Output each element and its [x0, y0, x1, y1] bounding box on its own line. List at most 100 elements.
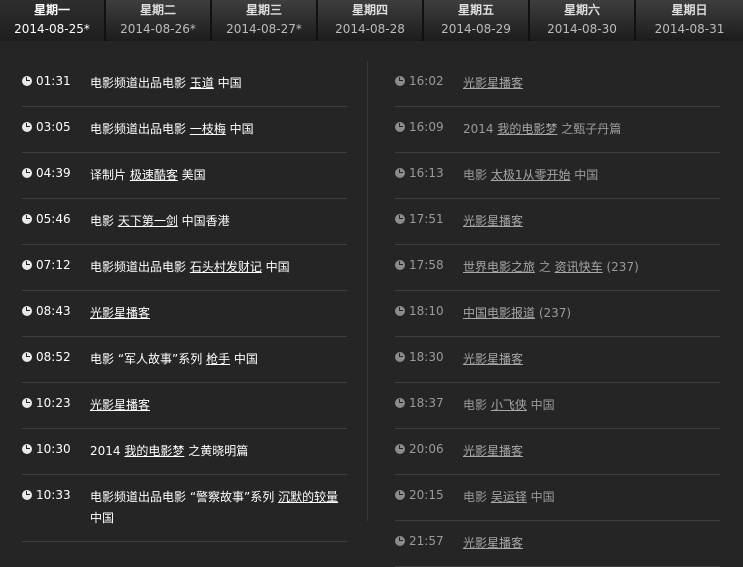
clock-icon: [395, 306, 405, 316]
tab-day-4[interactable]: 星期四 2014-08-28: [318, 0, 422, 41]
program-link[interactable]: 沉默的较量: [278, 490, 338, 504]
time-text: 17:58: [409, 258, 444, 272]
program-link[interactable]: 光影星播客: [463, 536, 523, 550]
time-text: 08:52: [36, 350, 71, 364]
tab-day-label: 星期五: [457, 3, 494, 17]
tab-day-label: 星期二: [139, 3, 176, 17]
program-link[interactable]: 我的电影梦: [497, 122, 557, 136]
program-description: 中国电影报道 (237): [395, 291, 720, 336]
time-text: 16:02: [409, 74, 444, 88]
program-description: 2014 我的电影梦 之黄晓明篇: [22, 429, 347, 474]
program-description: 电影 吴运铎 中国: [395, 475, 720, 520]
program-description: 光影星播客: [395, 429, 720, 474]
program-text: 中国: [526, 490, 555, 504]
tab-date-label: 2014-08-28: [335, 22, 405, 36]
program-link[interactable]: 极速酷客: [130, 168, 178, 182]
program-description: 2014 我的电影梦 之甄子丹篇: [395, 107, 720, 152]
schedule-row: 08:52 电影 “军人故事”系列 枪手 中国: [22, 337, 347, 383]
program-text: 中国: [90, 511, 115, 525]
program-description: 电影频道出品电影 玉道 中国: [22, 61, 347, 106]
schedule-row: 01:31 电影频道出品电影 玉道 中国: [22, 61, 347, 107]
program-link[interactable]: 光影星播客: [463, 444, 523, 458]
program-link[interactable]: 光影星播客: [463, 76, 523, 90]
program-text: 电影频道出品电影 “警察故事”系列: [90, 490, 279, 504]
tab-day-label: 星期四: [351, 3, 388, 17]
schedule-time: 18:10: [395, 303, 444, 319]
program-text: 电影: [90, 214, 118, 228]
time-text: 16:09: [409, 120, 444, 134]
clock-icon: [395, 122, 405, 132]
day-tabs: 星期一 2014-08-25* 星期二 2014-08-26* 星期三 2014-08-2…: [0, 0, 743, 41]
tab-date-label: 2014-08-30: [547, 22, 617, 36]
schedule-time: 16:09: [395, 119, 444, 135]
schedule-time: 10:23: [22, 395, 71, 411]
time-text: 04:39: [36, 166, 71, 180]
program-link[interactable]: 资讯快车: [555, 260, 603, 274]
clock-icon: [395, 444, 405, 454]
program-link[interactable]: 一枝梅: [190, 122, 226, 136]
program-link[interactable]: 枪手: [206, 352, 230, 366]
program-link[interactable]: 我的电影梦: [124, 444, 184, 458]
schedule-time: 18:37: [395, 395, 444, 411]
clock-icon: [395, 214, 405, 224]
program-link[interactable]: 光影星播客: [463, 214, 523, 228]
program-text: 电影频道出品电影: [90, 260, 190, 274]
clock-icon: [395, 260, 405, 270]
time-text: 03:05: [36, 120, 71, 134]
program-text: 电影: [463, 398, 491, 412]
program-text: 电影 “军人故事”系列: [90, 352, 207, 366]
schedule-time: 03:05: [22, 119, 71, 135]
tab-day-5[interactable]: 星期五 2014-08-29: [424, 0, 528, 41]
program-text: 美国: [177, 168, 206, 182]
program-link[interactable]: 吴运铎: [491, 490, 527, 504]
schedule-time: 01:31: [22, 73, 71, 89]
tab-day-2[interactable]: 星期二 2014-08-26*: [106, 0, 210, 41]
program-link[interactable]: 太极1从零开始: [491, 168, 571, 182]
schedule-row: 10:33 电影频道出品电影 “警察故事”系列 沉默的较量 中国: [22, 475, 347, 542]
time-text: 20:06: [409, 442, 444, 456]
schedule-row: 16:13 电影 太极1从零开始 中国: [395, 153, 720, 199]
program-link[interactable]: 天下第一剑: [118, 214, 178, 228]
time-text: 10:23: [36, 396, 71, 410]
program-link[interactable]: 光影星播客: [463, 352, 523, 366]
program-text: (237): [602, 260, 639, 274]
schedule-row: 18:30 光影星播客: [395, 337, 720, 383]
program-link[interactable]: 石头村发财记: [190, 260, 262, 274]
program-link[interactable]: 光影星播客: [90, 398, 150, 412]
time-text: 05:46: [36, 212, 71, 226]
program-text: 中国: [570, 168, 599, 182]
schedule-time: 17:58: [395, 257, 444, 273]
program-link[interactable]: 玉道: [190, 76, 214, 90]
schedule-row: 18:37 电影 小飞侠 中国: [395, 383, 720, 429]
clock-icon: [395, 76, 405, 86]
time-text: 08:43: [36, 304, 71, 318]
clock-icon: [395, 168, 405, 178]
schedule-time: 20:15: [395, 487, 444, 503]
schedule-time: 08:52: [22, 349, 71, 365]
program-text: 之甄子丹篇: [557, 122, 622, 136]
program-description: 电影 “军人故事”系列 枪手 中国: [22, 337, 347, 382]
tab-day-label: 星期三: [245, 3, 282, 17]
program-text: 之: [535, 260, 555, 274]
clock-icon: [22, 490, 32, 500]
schedule-panel: 01:31 电影频道出品电影 玉道 中国 03:05 电影频道出品电影 一枝梅 中国 0…: [0, 41, 743, 567]
program-text: 译制片: [90, 168, 130, 182]
tab-day-6[interactable]: 星期六 2014-08-30: [530, 0, 634, 41]
clock-icon: [395, 398, 405, 408]
schedule-list-right: 16:02 光影星播客 16:09 2014 我的电影梦 之甄子丹篇 16:13 电影 太…: [395, 61, 720, 567]
program-link[interactable]: 小飞侠: [491, 398, 527, 412]
schedule-row: 10:23 光影星播客: [22, 383, 347, 429]
program-text: 电影: [463, 168, 491, 182]
clock-icon: [22, 168, 32, 178]
program-link[interactable]: 世界电影之旅: [463, 260, 535, 274]
program-description: 电影 太极1从零开始 中国: [395, 153, 720, 198]
time-text: 10:30: [36, 442, 71, 456]
tab-day-7[interactable]: 星期日 2014-08-31: [636, 0, 743, 41]
tab-day-1[interactable]: 星期一 2014-08-25*: [0, 0, 104, 41]
program-description: 电影频道出品电影 石头村发财记 中国: [22, 245, 347, 290]
program-link[interactable]: 光影星播客: [90, 306, 150, 320]
program-link[interactable]: 中国电影报道: [463, 306, 535, 320]
tab-day-3[interactable]: 星期三 2014-08-27*: [212, 0, 316, 41]
time-text: 01:31: [36, 74, 71, 88]
schedule-time: 20:06: [395, 441, 444, 457]
